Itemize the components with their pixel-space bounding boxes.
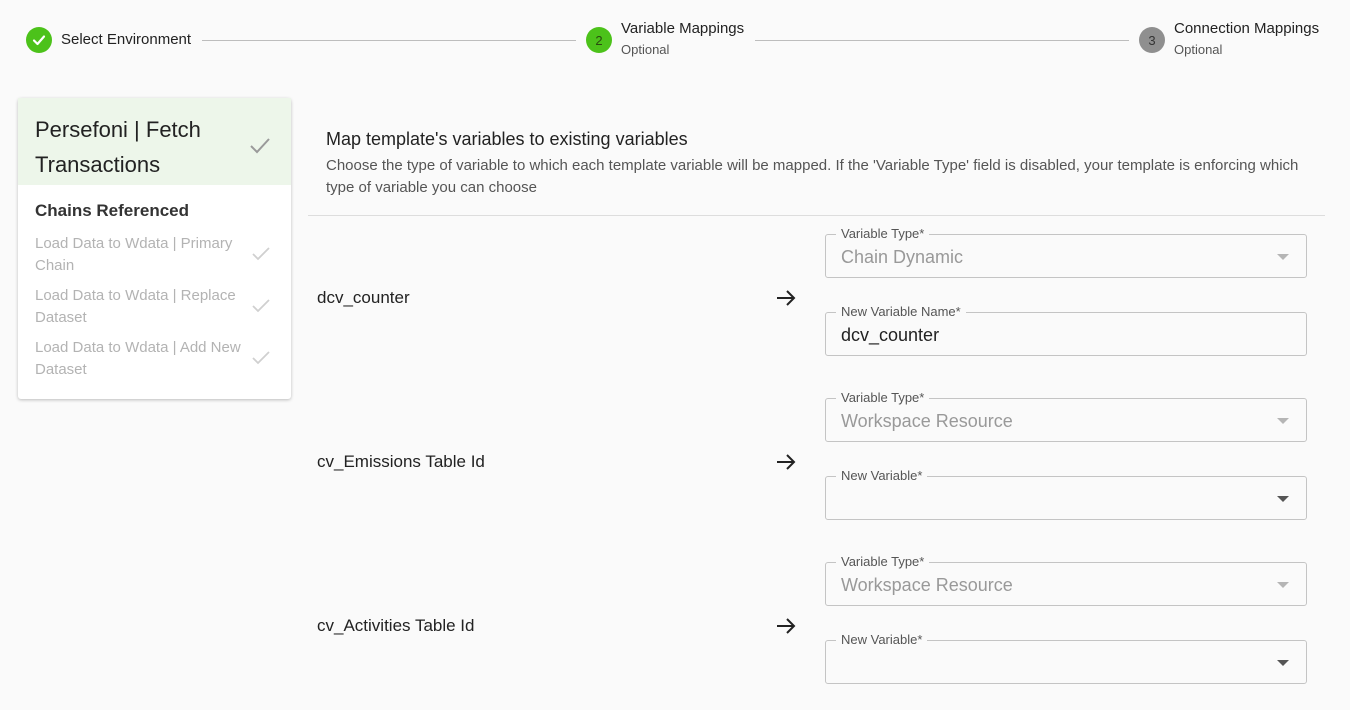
sidebar-item-template[interactable]: Persefoni | Fetch Transactions: [18, 98, 291, 185]
new-variable-name-input[interactable]: New Variable Name* dcv_counter: [825, 304, 1307, 356]
step-variable-mappings[interactable]: 2 Variable Mappings Optional: [586, 20, 744, 59]
page-title: Map template's variables to existing var…: [326, 129, 688, 149]
chevron-down-icon: [1277, 254, 1289, 260]
chains-referenced-heading: Chains Referenced: [35, 201, 189, 220]
field-label: Variable Type*: [836, 554, 930, 570]
chain-label: Load Data to Wdata | Add New Dataset: [35, 339, 241, 378]
step-sublabel: Optional: [1174, 42, 1223, 57]
step-connection-mappings[interactable]: 3 Connection Mappings Optional: [1139, 20, 1319, 59]
new-variable-select[interactable]: New Variable*: [825, 468, 1307, 520]
field-value: Chain Dynamic: [841, 247, 964, 267]
chevron-down-icon: [1277, 582, 1289, 588]
variable-type-select: Variable Type* Workspace Resource: [825, 554, 1307, 606]
field-label: New Variable*: [836, 632, 928, 648]
stepper: Select Environment 2 Variable Mappings O…: [0, 0, 1350, 80]
field-label: New Variable Name*: [836, 304, 966, 320]
template-sidebar: Persefoni | Fetch Transactions Chains Re…: [18, 98, 291, 399]
check-icon: [250, 138, 270, 154]
chain-label: Load Data to Wdata | Primary Chain: [35, 235, 233, 274]
step-connector: [202, 40, 576, 41]
chevron-down-icon[interactable]: [1277, 496, 1289, 502]
chevron-down-icon: [1277, 418, 1289, 424]
check-icon: [252, 299, 270, 313]
step-label: Select Environment: [61, 31, 192, 48]
chain-label: Load Data to Wdata | Replace Dataset: [35, 287, 236, 326]
chevron-down-icon[interactable]: [1277, 660, 1289, 666]
template-variable-name: cv_Activities Table Id: [317, 616, 475, 635]
step-number: 2: [586, 27, 612, 53]
step-connector: [755, 40, 1129, 41]
step-number: 3: [1139, 27, 1165, 53]
step-select-environment[interactable]: Select Environment: [26, 27, 191, 53]
step-label: Variable Mappings: [621, 20, 745, 37]
sidebar-item-chain[interactable]: Load Data to Wdata | Replace Dataset: [18, 285, 291, 329]
template-variable-name: cv_Emissions Table Id: [317, 452, 485, 471]
field-value: Workspace Resource: [841, 411, 1013, 431]
arrow-right-icon: [777, 618, 796, 634]
field-label: New Variable*: [836, 468, 928, 484]
variable-type-select: Variable Type* Chain Dynamic: [825, 226, 1307, 278]
page-description: Choose the type of variable to which eac…: [326, 157, 1299, 196]
new-variable-select[interactable]: New Variable*: [825, 632, 1307, 684]
step-sublabel: Optional: [621, 42, 670, 57]
sidebar-item-chain[interactable]: Load Data to Wdata | Add New Dataset: [18, 337, 291, 381]
sidebar-item-chain[interactable]: Load Data to Wdata | Primary Chain: [18, 233, 291, 277]
field-value[interactable]: dcv_counter: [841, 324, 939, 346]
template-variable-name: dcv_counter: [317, 288, 410, 307]
field-label: Variable Type*: [836, 390, 930, 406]
arrow-right-icon: [777, 454, 796, 470]
variable-type-select: Variable Type* Workspace Resource: [825, 390, 1307, 442]
divider: [308, 215, 1325, 216]
template-title: Persefoni | Fetch Transactions: [35, 117, 201, 177]
arrow-right-icon: [777, 290, 796, 306]
field-label: Variable Type*: [836, 226, 930, 242]
step-label: Connection Mappings: [1174, 20, 1320, 37]
check-icon: [26, 27, 52, 53]
field-value: Workspace Resource: [841, 575, 1013, 595]
check-icon: [252, 247, 270, 261]
check-icon: [252, 351, 270, 365]
